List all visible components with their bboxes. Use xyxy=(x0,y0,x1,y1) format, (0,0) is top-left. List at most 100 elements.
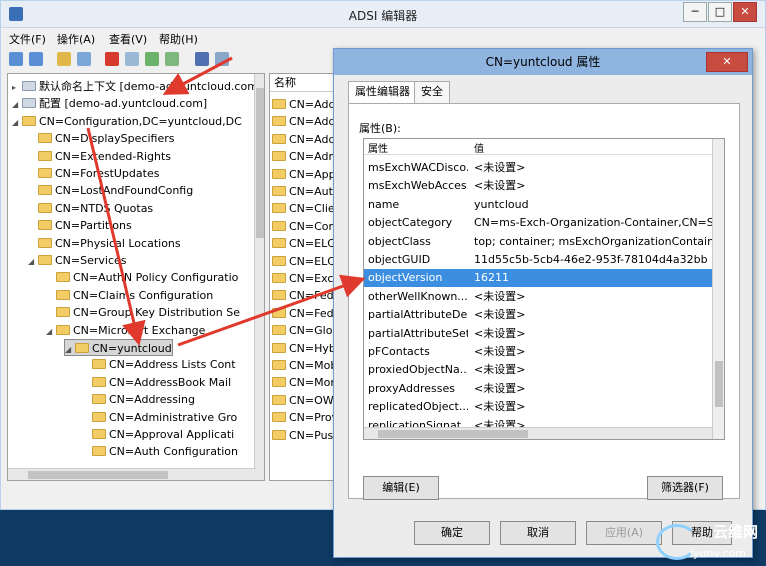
tree-vertical-scrollbar[interactable] xyxy=(254,74,264,480)
expand-arrow-icon[interactable]: ◢ xyxy=(65,341,75,358)
tree-item[interactable]: CN=Address Lists Cont xyxy=(82,356,236,373)
properties-icon[interactable] xyxy=(125,52,139,66)
expand-arrow-icon[interactable]: ▸ xyxy=(12,79,22,96)
grid-vertical-scrollbar[interactable] xyxy=(712,139,724,439)
attribute-row[interactable]: partialAttributeDe... <未设置> xyxy=(364,306,712,324)
attribute-row[interactable]: objectGUID 11d55c5b-5cb4-46e2-953f-78104d… xyxy=(364,251,712,269)
show-hide-tree-icon[interactable] xyxy=(77,52,91,66)
tree-item[interactable]: ◢ CN=Services xyxy=(28,252,127,269)
attribute-row[interactable]: objectVersion 16211 xyxy=(364,269,712,288)
tree-item[interactable]: CN=LostAndFoundConfig xyxy=(28,182,193,199)
tree-item[interactable]: ◢ CN=Configuration,DC=yuntcloud,DC xyxy=(12,113,242,130)
filter-button[interactable]: 筛选器(F) xyxy=(647,476,723,500)
tree-item[interactable]: CN=Addressing xyxy=(82,391,195,408)
attribute-row[interactable]: name yuntcloud xyxy=(364,196,712,214)
tree-item[interactable]: ▸ 默认命名上下文 [demo-ad.yuntcloud.com xyxy=(12,78,258,95)
list-item[interactable]: CN=Hybi xyxy=(272,340,338,357)
attribute-row[interactable]: pFContacts <未设置> xyxy=(364,343,712,361)
expand-arrow-icon[interactable]: ◢ xyxy=(12,114,22,131)
attribute-grid[interactable]: 属性 值 msExchWACDisco... <未设置> msExchWebAcce… xyxy=(363,138,725,440)
tree-item[interactable]: CN=Partitions xyxy=(28,217,132,234)
menu-view[interactable]: 查看(V) xyxy=(109,31,147,47)
column-value[interactable]: 值 xyxy=(474,140,484,155)
grid-horizontal-scrollbar[interactable] xyxy=(364,427,712,439)
back-icon[interactable] xyxy=(9,52,23,66)
tree-item[interactable]: CN=AddressBook Mail xyxy=(82,374,231,391)
ok-button[interactable]: 确定 xyxy=(414,521,490,545)
show-action-pane-icon[interactable] xyxy=(215,52,229,66)
grid-scroll-thumb[interactable] xyxy=(715,361,723,407)
attribute-row[interactable]: objectCategory CN=ms-Exch-Organization-Co… xyxy=(364,214,712,232)
attribute-row[interactable]: proxyAddresses <未设置> xyxy=(364,380,712,398)
up-folder-icon[interactable] xyxy=(57,52,71,66)
list-column-name[interactable]: 名称 xyxy=(270,74,338,92)
menu-action[interactable]: 操作(A) xyxy=(57,31,95,47)
attribute-row[interactable]: partialAttributeSet <未设置> xyxy=(364,325,712,343)
attribute-row[interactable]: objectClass top; container; msExchOrganiz… xyxy=(364,233,712,251)
list-item[interactable]: CN=Adm xyxy=(272,148,338,165)
column-attribute[interactable]: 属性 xyxy=(368,140,388,155)
tree-item[interactable]: ◢ CN=Microsoft Exchange xyxy=(46,322,205,339)
list-item[interactable]: CN=Mon xyxy=(272,374,337,391)
list-item[interactable]: CN=Mob xyxy=(272,357,337,374)
list-item[interactable]: CN=Add xyxy=(272,131,335,148)
tree-item[interactable]: ◢ CN=yuntcloud xyxy=(64,339,173,356)
list-item[interactable]: CN=ELC xyxy=(272,253,335,270)
tree-item[interactable]: CN=NTDS Quotas xyxy=(28,200,153,217)
tree-item[interactable]: CN=Group Key Distribution Se xyxy=(46,304,240,321)
attribute-row[interactable]: msExchWACDisco... <未设置> xyxy=(364,159,712,177)
tree-scroll-thumb[interactable] xyxy=(256,88,264,238)
tree-item[interactable]: CN=Approval Applicati xyxy=(82,426,234,443)
list-item[interactable]: CN=Conr xyxy=(272,218,338,235)
tree-pane[interactable]: ▸ 默认命名上下文 [demo-ad.yuntcloud.com ◢ 配置 [demo… xyxy=(7,73,265,481)
list-item[interactable]: CN=Exch xyxy=(272,270,338,287)
expand-arrow-icon[interactable]: ◢ xyxy=(46,323,56,340)
maximize-button[interactable]: □ xyxy=(708,2,732,22)
tree-item[interactable]: CN=Claims Configuration xyxy=(46,287,213,304)
refresh-icon[interactable] xyxy=(145,52,159,66)
tree-item[interactable]: CN=Administrative Gro xyxy=(82,409,237,426)
tab-attribute-editor[interactable]: 属性编辑器 xyxy=(348,81,417,104)
menu-file[interactable]: 文件(F) xyxy=(9,31,46,47)
list-item[interactable]: CN=ELC xyxy=(272,235,335,252)
list-item[interactable]: CN=Push xyxy=(272,427,338,444)
attribute-row[interactable]: proxiedObjectNa... <未设置> xyxy=(364,361,712,379)
tree-item[interactable]: CN=Extended-Rights xyxy=(28,148,171,165)
tree-item[interactable]: ◢ 配置 [demo-ad.yuntcloud.com] xyxy=(12,95,207,112)
attribute-row[interactable]: otherWellKnown... <未设置> xyxy=(364,288,712,306)
title-bar[interactable]: ADSI 编辑器 ─ □ ✕ xyxy=(1,1,765,28)
list-item[interactable]: CN=Auth xyxy=(272,183,338,200)
tree-item[interactable]: CN=DisplaySpecifiers xyxy=(28,130,174,147)
expand-arrow-icon[interactable]: ◢ xyxy=(12,96,22,113)
tree-item[interactable]: CN=AuthN Policy Configuratio xyxy=(46,269,238,286)
edit-button[interactable]: 编辑(E) xyxy=(363,476,439,500)
tab-security[interactable]: 安全 xyxy=(414,81,450,103)
grid-hscroll-thumb[interactable] xyxy=(378,430,528,438)
help-icon[interactable] xyxy=(195,52,209,66)
tree-item[interactable]: CN=Auth Configuration xyxy=(82,443,238,460)
delete-icon[interactable] xyxy=(105,52,119,66)
list-item[interactable]: CN=Clier xyxy=(272,200,338,217)
tree-item[interactable]: CN=ForestUpdates xyxy=(28,165,159,182)
dialog-close-button[interactable]: ✕ xyxy=(706,52,748,72)
apply-button[interactable]: 应用(A) xyxy=(586,521,662,545)
expand-arrow-icon[interactable]: ◢ xyxy=(28,253,38,270)
close-button[interactable]: ✕ xyxy=(733,2,757,22)
list-item[interactable]: CN=App xyxy=(272,166,336,183)
export-icon[interactable] xyxy=(165,52,179,66)
list-item[interactable]: CN=OWA xyxy=(272,392,338,409)
list-item[interactable]: CN=Fede xyxy=(272,305,338,322)
dialog-title[interactable]: CN=yuntcloud 属性 xyxy=(334,49,752,75)
tree-horizontal-scrollbar[interactable] xyxy=(8,468,256,480)
menu-help[interactable]: 帮助(H) xyxy=(159,31,198,47)
list-item[interactable]: CN=Glob xyxy=(272,322,338,339)
forward-icon[interactable] xyxy=(29,52,43,66)
tree-item[interactable]: CN=Physical Locations xyxy=(28,235,181,252)
cancel-button[interactable]: 取消 xyxy=(500,521,576,545)
tree-hscroll-thumb[interactable] xyxy=(28,471,168,479)
list-item[interactable]: CN=Add xyxy=(272,96,335,113)
list-item[interactable]: CN=Fede xyxy=(272,287,338,304)
list-item[interactable]: CN=Add xyxy=(272,113,335,130)
attribute-row[interactable]: replicatedObject... <未设置> xyxy=(364,398,712,416)
list-pane[interactable]: 名称 CN=Add CN=Add CN=Add CN=Adm CN=App CN=Auth… xyxy=(269,73,339,481)
